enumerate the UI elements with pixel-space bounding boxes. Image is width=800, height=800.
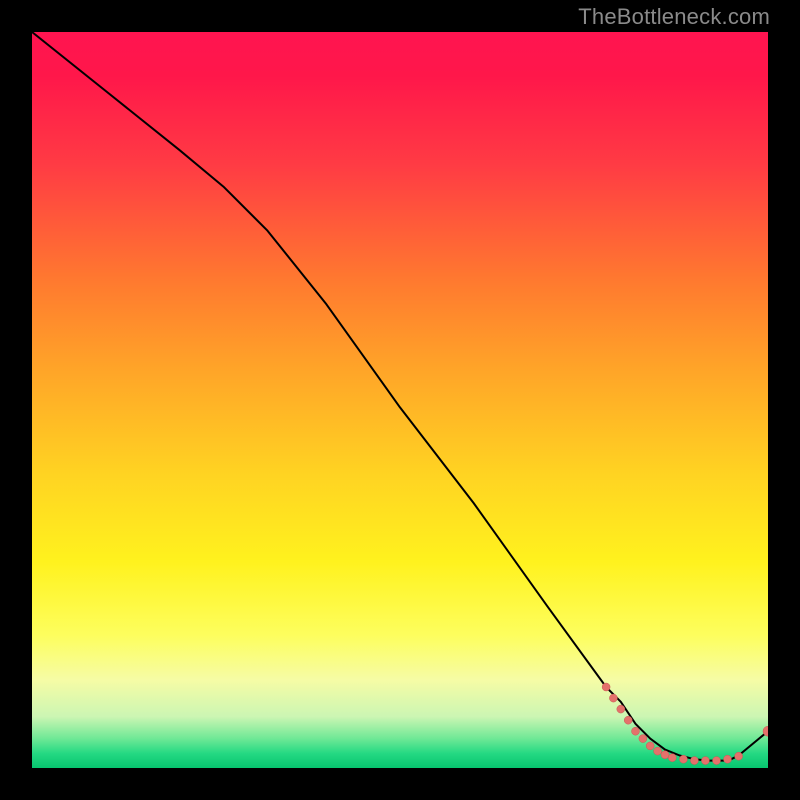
data-marker [701, 757, 709, 765]
data-marker [639, 735, 647, 743]
curve-group [32, 32, 768, 761]
data-marker [624, 716, 632, 724]
data-marker [602, 683, 610, 691]
data-marker [690, 757, 698, 765]
data-marker [713, 757, 721, 765]
data-marker [609, 694, 617, 702]
bottleneck-curve-overlay [32, 32, 768, 768]
data-marker [646, 742, 654, 750]
data-marker [735, 752, 743, 760]
data-marker [724, 755, 732, 763]
data-marker [668, 754, 676, 762]
data-marker [679, 755, 687, 763]
chart-frame: TheBottleneck.com [0, 0, 800, 800]
data-marker [632, 727, 640, 735]
watermark-label: TheBottleneck.com [578, 4, 770, 30]
data-marker [617, 705, 625, 713]
bottleneck-curve [32, 32, 768, 761]
data-marker [661, 751, 669, 759]
data-marker [654, 747, 662, 755]
